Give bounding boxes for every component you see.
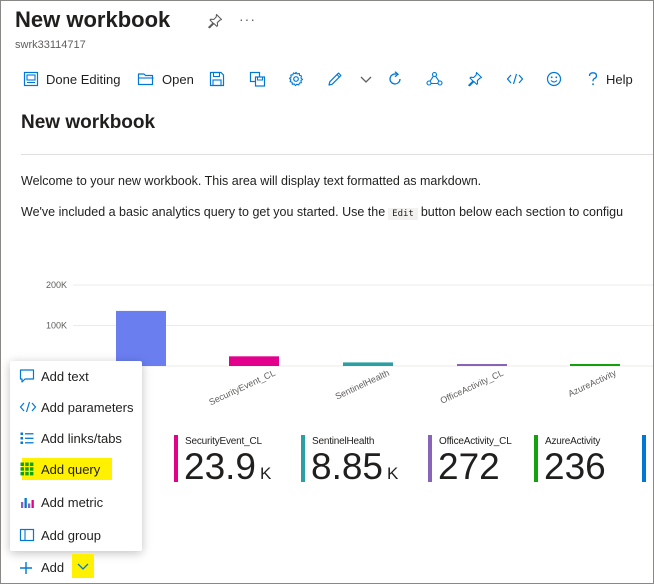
share-icon	[426, 71, 443, 86]
more-options-icon[interactable]: ···	[239, 11, 256, 27]
menu-item-label: Add query	[41, 461, 101, 477]
save-button[interactable]	[209, 63, 225, 95]
plus-icon[interactable]	[19, 561, 33, 575]
settings-gear-icon	[288, 71, 304, 87]
menu-item-add-links-tabs[interactable]: Add links/tabs	[10, 423, 142, 453]
menu-item-add-metric[interactable]: Add metric	[10, 487, 142, 517]
done-editing-button[interactable]: Done Editing	[23, 63, 120, 95]
content-heading: New workbook	[21, 112, 156, 133]
paragraph-text-after: button below each section to configu	[420, 205, 624, 219]
menu-item-label: Add links/tabs	[41, 430, 122, 446]
workbook-window: New workbook ··· swrk33114717 Done Editi…	[0, 0, 654, 584]
save-as-button[interactable]	[249, 63, 266, 95]
chart-bar[interactable]	[343, 362, 393, 366]
chevron-down-icon[interactable]	[76, 562, 90, 572]
tile-value: 8.85 K	[311, 446, 399, 487]
refresh-icon	[389, 71, 401, 85]
tile-unit: K	[260, 464, 272, 483]
tile-color-bar	[428, 435, 432, 482]
settings-button[interactable]	[288, 63, 304, 95]
help-button[interactable]: Help	[587, 63, 633, 95]
group-icon	[19, 528, 35, 542]
pencil-icon	[328, 72, 342, 86]
metric-chart-icon	[21, 498, 34, 508]
tile-value: 23.9 K	[184, 446, 272, 487]
feedback-smiley-icon	[546, 71, 562, 87]
feedback-button[interactable]	[546, 63, 562, 95]
markdown-paragraph-query: We've included a basic analytics query t…	[21, 205, 624, 220]
tile-color-bar	[534, 435, 538, 482]
open-folder-icon	[137, 73, 154, 86]
x-tick-label: SecurityEvent_CL	[207, 368, 277, 408]
chart-bar[interactable]	[570, 364, 620, 366]
parameters-icon	[19, 401, 37, 413]
menu-item-label: Add group	[41, 527, 101, 543]
share-button[interactable]	[426, 63, 443, 95]
chevron-down-icon	[360, 76, 372, 83]
edit-button[interactable]	[327, 63, 343, 95]
tile-value: 236	[544, 446, 606, 487]
chart-bar[interactable]	[116, 310, 166, 366]
tile-color-bar	[301, 435, 305, 482]
done-editing-label: Done Editing	[46, 71, 121, 87]
code-icon	[506, 73, 524, 85]
workbook-resource-id: swrk33114717	[15, 39, 86, 51]
help-label: Help	[606, 71, 633, 87]
markdown-paragraph-welcome: Welcome to your new workbook. This area …	[21, 174, 482, 188]
y-tick-label: 200K	[46, 280, 67, 290]
edit-dropdown-button[interactable]	[359, 63, 373, 95]
y-tick-label: 100K	[46, 321, 67, 331]
workbook-toolbar: Done Editing Open Help	[15, 63, 653, 95]
edit-code-span: Edit	[388, 208, 418, 220]
text-block-icon	[19, 369, 35, 383]
open-label: Open	[162, 71, 194, 87]
x-tick-label: AzureActivity	[566, 368, 618, 399]
chart-bar[interactable]	[457, 364, 507, 366]
pin-icon	[468, 71, 483, 87]
refresh-button[interactable]	[387, 63, 403, 95]
tile-unit: K	[387, 464, 399, 483]
save-as-icon	[249, 71, 266, 87]
links-tabs-icon	[20, 432, 34, 444]
x-tick-label: SentinelHealth	[334, 368, 391, 402]
pin-icon[interactable]	[207, 13, 223, 29]
add-menu: Add text Add parameters Add links/tabs A…	[10, 361, 142, 551]
pin-button[interactable]	[467, 63, 483, 95]
paragraph-text-before: We've included a basic analytics query t…	[21, 205, 386, 219]
menu-item-add-query[interactable]: Add query	[10, 454, 142, 484]
menu-item-add-group[interactable]: Add group	[10, 520, 142, 550]
add-button[interactable]: Add	[41, 560, 64, 575]
menu-item-add-text[interactable]: Add text	[10, 361, 142, 391]
tile-color-bar	[642, 435, 646, 482]
menu-item-add-parameters[interactable]: Add parameters	[10, 392, 142, 422]
workbook-title: New workbook	[15, 7, 171, 32]
edit-done-icon	[23, 71, 39, 87]
save-icon	[209, 71, 225, 87]
tile-color-bar	[174, 435, 178, 482]
chart-bar[interactable]	[229, 356, 279, 366]
menu-item-label: Add parameters	[41, 399, 134, 415]
x-tick-label: OfficeActivity_CL	[439, 368, 505, 406]
heading-divider	[21, 154, 653, 155]
help-icon	[588, 72, 598, 86]
menu-item-label: Add text	[41, 368, 89, 384]
open-button[interactable]: Open	[137, 63, 194, 95]
menu-item-label: Add metric	[41, 494, 104, 510]
code-button[interactable]	[506, 63, 524, 95]
query-grid-icon	[20, 462, 34, 476]
tile-value: 272	[438, 446, 500, 487]
